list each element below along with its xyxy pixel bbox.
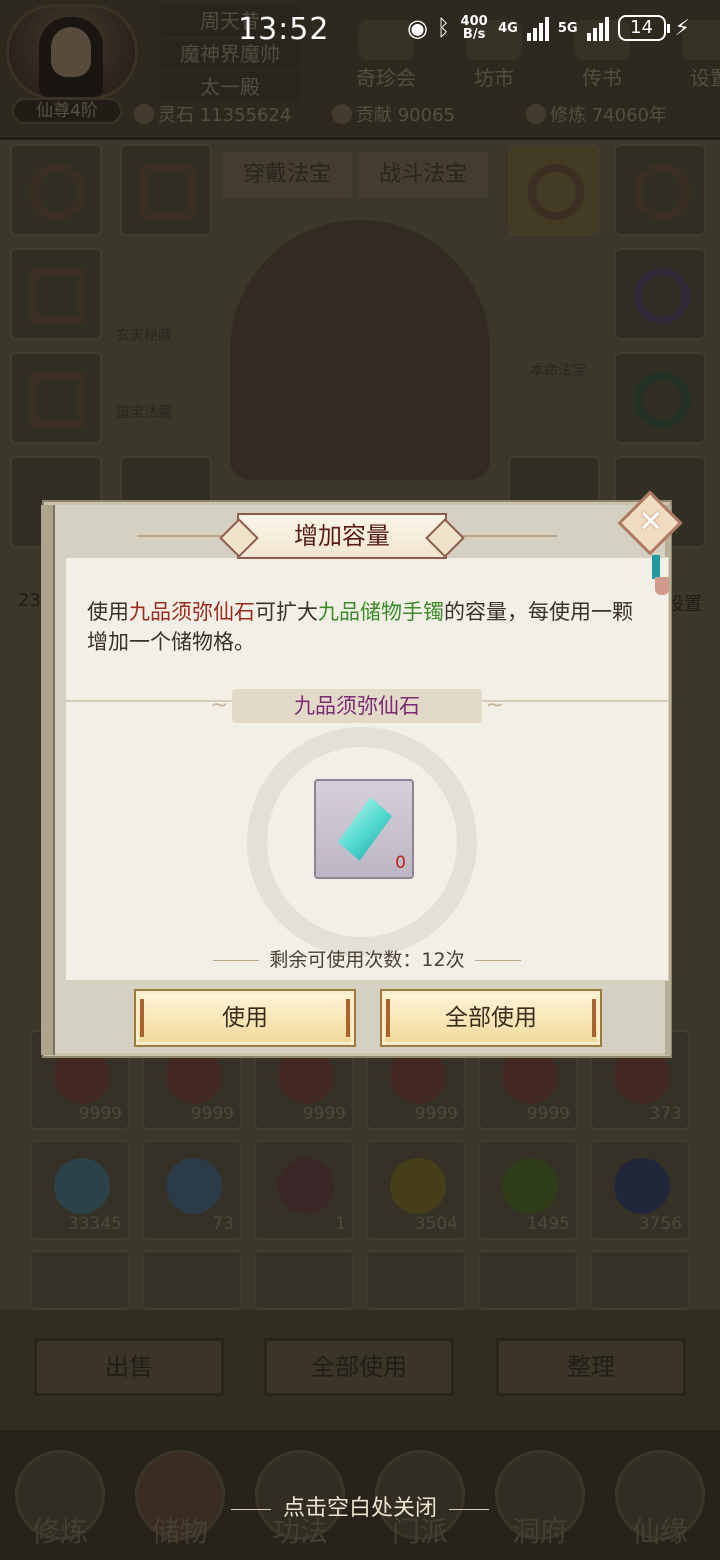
- charging-icon: ⚡: [674, 15, 690, 41]
- desc-item-stone: 九品须弥仙石: [129, 600, 255, 624]
- bluetooth-icon: ᛒ: [436, 15, 451, 41]
- signal-5g-icon: [586, 15, 609, 41]
- status-bar: 13:52 ◉ ᛒ 400 B/s 4G 5G 14 ⚡: [0, 0, 720, 62]
- dialog-description: 使用九品须弥仙石可扩大九品储物手镯的容量，每使用一颗增加一个储物格。: [87, 597, 647, 657]
- scroll-edge-left: [41, 505, 55, 1055]
- net-5g-label: 5G: [557, 20, 578, 36]
- close-icon: ✕: [638, 504, 664, 540]
- remaining-uses: 剩余可使用次数：12次: [65, 945, 669, 972]
- eye-icon: ◉: [406, 14, 428, 42]
- status-icons: ◉ ᛒ 400 B/s 4G 5G 14 ⚡: [407, 14, 690, 42]
- net-4g-label: 4G: [498, 20, 518, 36]
- use-all-button[interactable]: 全部使用: [380, 989, 602, 1047]
- dialog-title-wrap: 增加容量: [137, 513, 557, 559]
- close-hint: 点击空白处关闭: [0, 1490, 720, 1522]
- desc-item-bracelet: 九品储物手镯: [318, 600, 444, 624]
- battery-icon: 14: [617, 15, 670, 41]
- item-count: 0: [395, 853, 406, 873]
- section-title: 九品须弥仙石: [210, 689, 504, 723]
- tassel-decoration: [655, 577, 669, 595]
- dialog-title: 增加容量: [237, 513, 447, 559]
- clock: 13:52: [238, 12, 330, 47]
- signal-4g-icon: [526, 15, 549, 41]
- desc-text: 使用: [87, 600, 129, 624]
- crystal-icon: [338, 797, 392, 861]
- use-button[interactable]: 使用: [134, 989, 356, 1047]
- add-capacity-dialog: 增加容量 ✕ 使用九品须弥仙石可扩大九品储物手镯的容量，每使用一颗增加一个储物格…: [41, 490, 683, 1056]
- net-speed: 400 B/s: [460, 14, 488, 42]
- tassel-decoration: [652, 555, 660, 579]
- desc-text: 可扩大: [255, 600, 318, 624]
- item-card[interactable]: 0: [314, 779, 414, 879]
